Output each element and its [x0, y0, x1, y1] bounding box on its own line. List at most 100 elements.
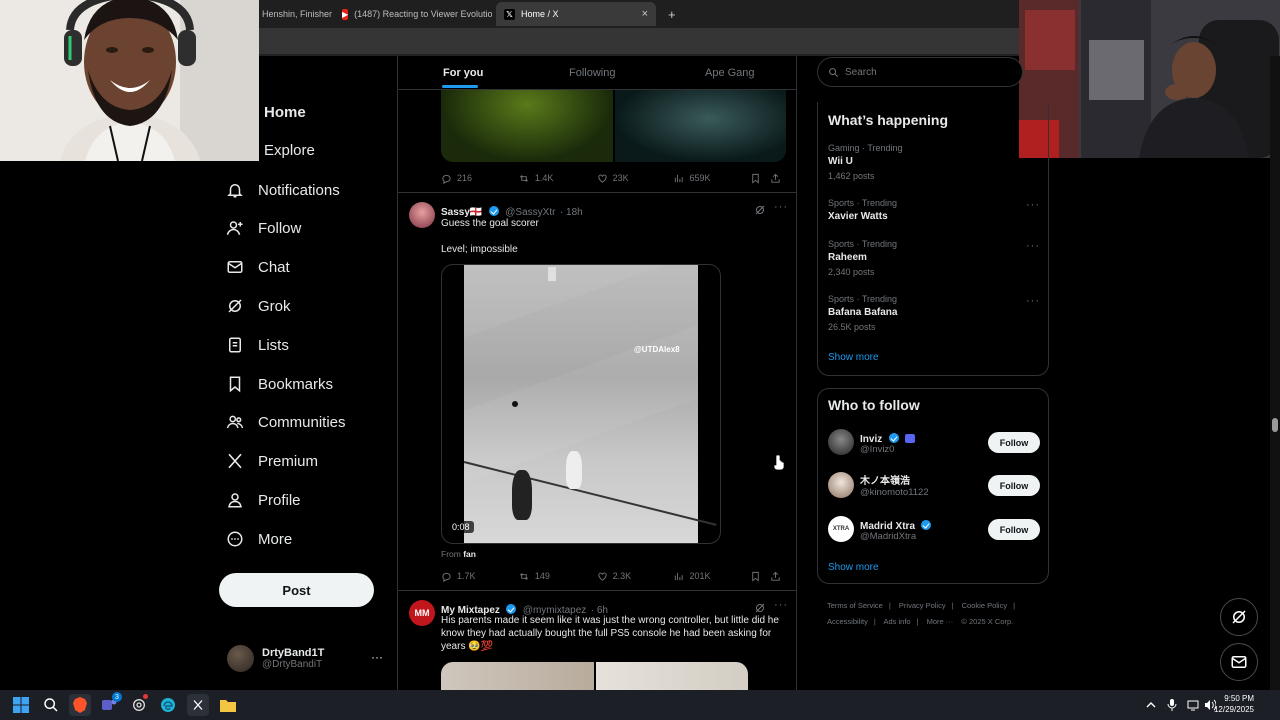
post-button[interactable]: Post	[219, 573, 374, 607]
like-button[interactable]: 2.3K	[597, 571, 674, 582]
microphone-icon[interactable]	[1161, 694, 1183, 716]
nav-bookmarks[interactable]: Bookmarks	[224, 366, 333, 402]
x-app-button[interactable]	[187, 694, 209, 716]
grok-icon	[1232, 610, 1246, 624]
repost-button[interactable]: 1.4K	[518, 173, 597, 184]
nav-label: More	[258, 530, 293, 548]
footer-link[interactable]: Terms of Service	[827, 601, 883, 610]
suggestion-name[interactable]: 木ノ本嶺浩	[860, 472, 910, 487]
chatgpt-button[interactable]	[128, 694, 150, 716]
verified-badge-icon	[488, 206, 499, 216]
bookmark-button[interactable]	[750, 571, 770, 582]
search-bar[interactable]	[817, 57, 1023, 87]
footer-link[interactable]: Accessibility	[827, 617, 868, 626]
system-clock[interactable]: 9:50 PM 12/29/2025	[1214, 693, 1254, 715]
bookmark-button[interactable]	[750, 173, 770, 184]
nav-profile[interactable]: Profile	[224, 482, 301, 518]
footer-link[interactable]: Privacy Policy	[899, 601, 946, 610]
nav-more[interactable]: More	[224, 521, 292, 557]
media-image[interactable]	[441, 90, 613, 162]
scrollbar-thumb[interactable]	[1272, 418, 1278, 432]
grok-floating-button[interactable]	[1220, 598, 1258, 636]
share-button[interactable]	[770, 571, 786, 582]
views-button[interactable]: 659K	[673, 173, 750, 184]
nav-label: Follow	[258, 219, 302, 237]
nav-home[interactable]: Home	[230, 94, 306, 130]
grok-icon[interactable]	[754, 203, 766, 221]
brave-browser-button[interactable]	[69, 694, 91, 716]
tab-ape-gang[interactable]: Ape Gang	[705, 56, 755, 90]
search-input[interactable]	[845, 66, 1005, 78]
account-menu-icon[interactable]: ···	[371, 650, 383, 664]
windows-logo-icon	[13, 697, 29, 713]
footer-link[interactable]: Ads info	[883, 617, 910, 626]
follow-button[interactable]: Follow	[988, 519, 1040, 540]
start-button[interactable]	[10, 694, 32, 716]
more-options-icon[interactable]: ···	[1026, 240, 1040, 252]
video-frame: @UTDAlex8	[463, 265, 717, 543]
follow-button[interactable]: Follow	[988, 475, 1040, 496]
browser-tab-henshin[interactable]: Henshin, Finisher	[254, 2, 334, 26]
reply-button[interactable]: 216	[441, 173, 518, 184]
footer-link[interactable]: Cookie Policy	[962, 601, 1007, 610]
follow-button[interactable]: Follow	[988, 432, 1040, 453]
person-plus-icon	[224, 217, 246, 239]
messages-floating-button[interactable]	[1220, 643, 1258, 681]
player-figure	[566, 451, 582, 489]
nav-explore[interactable]: Explore	[230, 132, 315, 168]
media-image[interactable]	[614, 90, 786, 162]
tweet-actions: 1.7K 149 2.3K 201K	[441, 568, 786, 584]
tweet-text: Guess the goal scorer	[441, 218, 539, 229]
close-tab-icon[interactable]: ×	[642, 8, 648, 20]
like-button[interactable]: 23K	[597, 173, 674, 184]
nav-grok[interactable]: Grok	[224, 288, 291, 324]
media-image[interactable]	[595, 662, 748, 690]
active-tab-indicator	[442, 85, 478, 88]
nav-premium[interactable]: Premium	[224, 443, 318, 479]
more-options-icon[interactable]: ···	[1026, 295, 1040, 307]
page-scrollbar[interactable]	[1270, 56, 1280, 690]
view-count: 659K	[689, 173, 711, 183]
nav-lists[interactable]: Lists	[224, 327, 289, 363]
browser-tab-youtube[interactable]: ▶ (1487) Reacting to Viewer Evolutions	[334, 2, 492, 26]
nav-notifications[interactable]: Notifications	[224, 172, 340, 208]
footer-link[interactable]: More ···	[927, 617, 954, 626]
nav-follow[interactable]: Follow	[224, 210, 301, 246]
heart-icon	[598, 174, 607, 183]
show-more-follow-link[interactable]: Show more	[828, 562, 879, 573]
file-explorer-button[interactable]	[217, 694, 239, 716]
chevron-up-icon[interactable]	[1140, 694, 1162, 716]
taskbar-search-button[interactable]	[40, 694, 62, 716]
avatar[interactable]: MM	[409, 600, 435, 626]
tweet-time[interactable]: · 18h	[560, 207, 583, 218]
share-button[interactable]	[770, 173, 786, 184]
avatar[interactable]	[828, 429, 854, 455]
views-button[interactable]: 201K	[673, 571, 750, 582]
avatar[interactable]: XTRA	[828, 516, 854, 542]
tweet-text: Level; impossible	[441, 244, 518, 255]
tab-following[interactable]: Following	[569, 56, 615, 90]
teams-button[interactable]: 3	[98, 692, 122, 716]
more-options-icon[interactable]: ···	[774, 599, 788, 611]
edge-button[interactable]	[157, 694, 179, 716]
show-more-trends-link[interactable]: Show more	[828, 352, 879, 363]
repost-button[interactable]: 149	[518, 571, 597, 582]
nav-communities[interactable]: Communities	[224, 404, 346, 440]
more-options-icon[interactable]: ···	[1026, 199, 1040, 211]
nav-chat[interactable]: Chat	[224, 249, 290, 285]
footer-separator: |	[916, 617, 919, 626]
account-switcher[interactable]: DrtyBand1T @DrtyBandiT	[227, 643, 387, 673]
browser-tab-x-home[interactable]: 𝕏 Home / X ×	[496, 2, 656, 26]
video-source-name[interactable]: fan	[463, 549, 476, 559]
ball	[512, 401, 518, 407]
tweet-divider	[398, 590, 796, 591]
new-tab-button[interactable]: +	[660, 2, 682, 26]
tweet-media-grid[interactable]	[441, 90, 786, 162]
media-image[interactable]	[441, 662, 594, 690]
more-options-icon[interactable]: ···	[774, 201, 788, 213]
reply-button[interactable]: 1.7K	[441, 571, 518, 582]
tweet-media-grid[interactable]	[441, 662, 748, 690]
video-player[interactable]: @UTDAlex8 0:08	[441, 264, 721, 544]
avatar[interactable]	[828, 472, 854, 498]
avatar[interactable]	[409, 202, 435, 228]
